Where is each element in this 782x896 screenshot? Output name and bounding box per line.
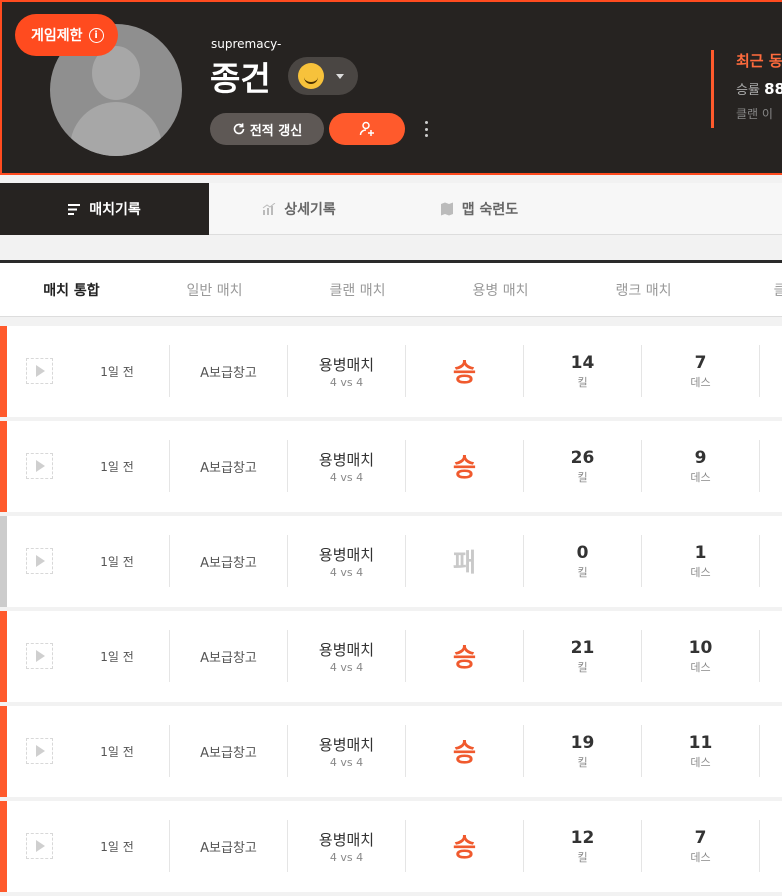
match-mode: 용병매치 4 vs 4 bbox=[287, 345, 405, 397]
user-id: supremacy- bbox=[211, 37, 282, 51]
add-user-icon bbox=[359, 121, 374, 136]
match-kills: 14 킬 bbox=[523, 345, 641, 397]
match-row[interactable]: 1일 전 A보급창고 용병매치 4 vs 4 승 19 킬 11 데스 bbox=[0, 706, 782, 797]
play-icon[interactable] bbox=[26, 453, 53, 479]
match-mode: 용병매치 4 vs 4 bbox=[287, 820, 405, 872]
subtab-normal[interactable]: 일반 매치 bbox=[143, 263, 286, 317]
match-result: 승 bbox=[405, 820, 523, 872]
tab-label: 맵 숙련도 bbox=[461, 202, 519, 218]
stats-icon bbox=[262, 203, 276, 215]
match-time: 1일 전 bbox=[100, 744, 134, 759]
match-result: 승 bbox=[405, 440, 523, 492]
recent-summary-panel: 최근 동 승률 88 클랜 이 bbox=[711, 50, 782, 128]
match-deaths: 1 데스 bbox=[641, 535, 759, 587]
play-icon[interactable] bbox=[26, 548, 53, 574]
match-time: 1일 전 bbox=[100, 839, 134, 854]
match-time: 1일 전 bbox=[100, 364, 134, 379]
match-row[interactable]: 1일 전 A보급창고 용병매치 4 vs 4 패 0킬 1 데스 bbox=[0, 516, 782, 607]
match-map: A보급창고 bbox=[169, 630, 287, 682]
match-list: 1일 전 A보급창고 용병매치 4 vs 4 승 14 킬 7 데스 1일 전 A보급… bbox=[0, 326, 782, 896]
play-icon[interactable] bbox=[26, 643, 53, 669]
add-friend-button[interactable] bbox=[329, 113, 405, 145]
match-kills: 19 킬 bbox=[523, 725, 641, 777]
row-edge-divider bbox=[759, 345, 782, 397]
tab-map-proficiency[interactable]: 맵 숙련도 bbox=[389, 183, 569, 235]
match-deaths: 10 데스 bbox=[641, 630, 759, 682]
match-row[interactable]: 1일 전 A보급창고 용병매치 4 vs 4 승 26 킬 9 데스 bbox=[0, 421, 782, 512]
match-row[interactable]: 1일 전 A보급창고 용병매치 4 vs 4 승 21 킬 10 데스 bbox=[0, 611, 782, 702]
more-options-button[interactable] bbox=[420, 118, 432, 140]
match-map: A보급창고 bbox=[169, 345, 287, 397]
match-time: 1일 전 bbox=[100, 649, 134, 664]
match-kills: 21 킬 bbox=[523, 630, 641, 682]
tab-label: 상세기록 bbox=[284, 202, 336, 218]
match-result: 승 bbox=[405, 345, 523, 397]
row-edge-divider bbox=[759, 630, 782, 682]
match-kills: 12 킬 bbox=[523, 820, 641, 872]
play-icon[interactable] bbox=[26, 833, 53, 859]
tab-label: 매치기록 bbox=[89, 202, 141, 218]
row-edge-divider bbox=[759, 725, 782, 777]
match-deaths: 11 데스 bbox=[641, 725, 759, 777]
subtab-all[interactable]: 매치 통합 bbox=[0, 263, 143, 317]
nickname: 종건 bbox=[210, 59, 271, 98]
list-icon bbox=[68, 203, 81, 215]
info-icon: i bbox=[88, 27, 104, 43]
match-type-tabs: 매치 통합 일반 매치 클랜 매치 용병 매치 랭크 매치 클랜 bbox=[0, 260, 782, 317]
smiley-emblem-icon bbox=[298, 63, 324, 89]
match-time: 1일 전 bbox=[100, 554, 134, 569]
game-restriction-label: 게임제한 bbox=[31, 28, 83, 44]
profile-header: 게임제한 i supremacy- 종건 전적 갱신 최근 동 승률 88 클랜… bbox=[0, 0, 782, 175]
match-mode: 용병매치 4 vs 4 bbox=[287, 535, 405, 587]
match-time: 1일 전 bbox=[100, 459, 134, 474]
match-kills: 0킬 bbox=[523, 535, 641, 587]
subtab-clan-extra[interactable]: 클랜 bbox=[715, 263, 782, 317]
tab-match-record[interactable]: 매치기록 bbox=[0, 183, 209, 235]
recent-title: 최근 동 bbox=[736, 52, 782, 70]
row-edge-divider bbox=[759, 440, 782, 492]
refresh-record-button[interactable]: 전적 갱신 bbox=[210, 113, 324, 145]
refresh-icon bbox=[233, 123, 245, 135]
refresh-record-label: 전적 갱신 bbox=[249, 123, 303, 139]
main-tabs: 매치기록 상세기록 맵 숙련도 bbox=[0, 183, 782, 235]
match-deaths: 7 데스 bbox=[641, 345, 759, 397]
subtab-rank[interactable]: 랭크 매치 bbox=[572, 263, 715, 317]
match-mode: 용병매치 4 vs 4 bbox=[287, 725, 405, 777]
emblem-dropdown[interactable] bbox=[288, 57, 358, 95]
match-result: 승 bbox=[405, 725, 523, 777]
match-map: A보급창고 bbox=[169, 440, 287, 492]
recent-clan: 클랜 이 bbox=[736, 107, 773, 121]
recent-win-rate: 승률 88 bbox=[736, 80, 782, 98]
match-mode: 용병매치 4 vs 4 bbox=[287, 630, 405, 682]
match-row[interactable]: 1일 전 A보급창고 용병매치 4 vs 4 승 12 킬 7 데스 bbox=[0, 801, 782, 892]
row-edge-divider bbox=[759, 820, 782, 872]
match-map: A보급창고 bbox=[169, 535, 287, 587]
match-result: 패 bbox=[405, 535, 523, 587]
match-row[interactable]: 1일 전 A보급창고 용병매치 4 vs 4 승 14 킬 7 데스 bbox=[0, 326, 782, 417]
subtab-mercenary[interactable]: 용병 매치 bbox=[429, 263, 572, 317]
tab-detail-record[interactable]: 상세기록 bbox=[209, 183, 389, 235]
subtab-clan[interactable]: 클랜 매치 bbox=[286, 263, 429, 317]
match-result: 승 bbox=[405, 630, 523, 682]
match-deaths: 9 데스 bbox=[641, 440, 759, 492]
chevron-down-icon bbox=[336, 73, 344, 79]
match-mode: 용병매치 4 vs 4 bbox=[287, 440, 405, 492]
avatar-body bbox=[70, 102, 162, 156]
game-restriction-badge[interactable]: 게임제한 i bbox=[15, 14, 118, 56]
match-kills: 26 킬 bbox=[523, 440, 641, 492]
match-map: A보급창고 bbox=[169, 725, 287, 777]
match-map: A보급창고 bbox=[169, 820, 287, 872]
play-icon[interactable] bbox=[26, 738, 53, 764]
map-icon bbox=[440, 202, 453, 216]
play-icon[interactable] bbox=[26, 358, 53, 384]
match-deaths: 7 데스 bbox=[641, 820, 759, 872]
row-edge-divider bbox=[759, 535, 782, 587]
